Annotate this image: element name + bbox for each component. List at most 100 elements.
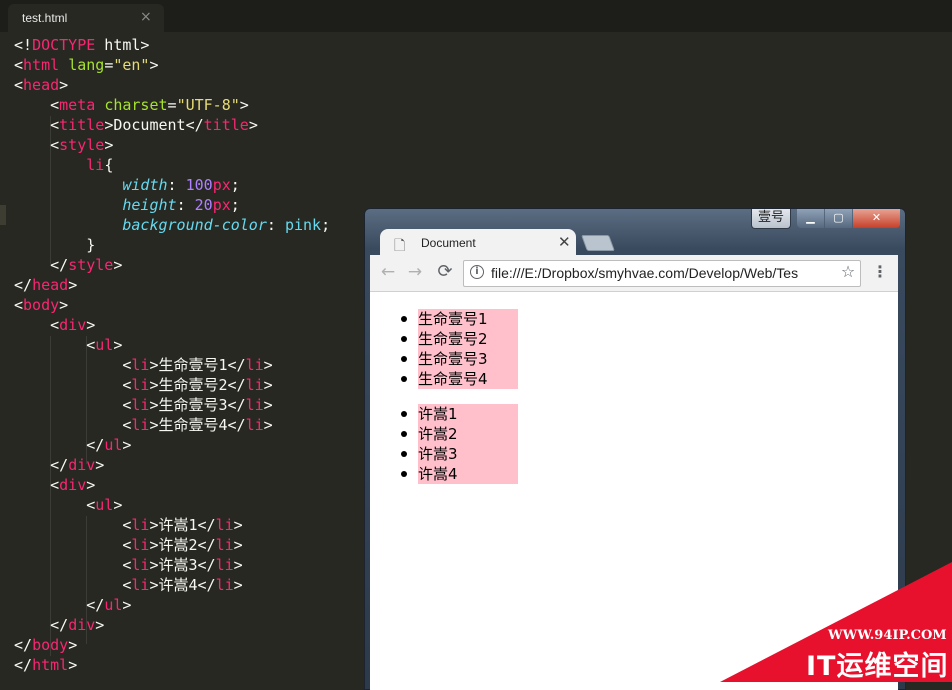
code-token: ;	[230, 176, 240, 194]
reload-icon[interactable]: ⟳	[434, 261, 456, 283]
code-token: </	[14, 256, 69, 274]
minimize-button[interactable]: ▁	[797, 209, 824, 228]
code-token: >	[239, 96, 249, 114]
code-token: {	[104, 156, 114, 174]
code-token: li	[131, 556, 150, 574]
code-token: >	[113, 496, 123, 514]
list-item: 生命壹号1	[401, 309, 518, 329]
menu-dots-icon[interactable]: ⋮	[872, 261, 888, 283]
code-token: ul	[104, 596, 123, 614]
close-icon[interactable]: ×	[140, 9, 152, 25]
code-token: =	[104, 56, 114, 74]
ime-indicator[interactable]: 壹号	[751, 209, 791, 229]
code-line: <li>生命壹号2</li>	[14, 375, 330, 395]
code-token: </	[14, 636, 33, 654]
code-token: >	[86, 316, 96, 334]
code-token: li	[215, 556, 234, 574]
code-token: li	[245, 416, 264, 434]
code-token: >Document</	[104, 116, 204, 134]
code-token: >	[113, 256, 123, 274]
code-token: <	[14, 296, 24, 314]
editor-tab-label: test.html	[22, 11, 68, 25]
list-item: 许嵩1	[401, 404, 518, 424]
code-line: <html lang="en">	[14, 55, 330, 75]
code-token: li	[215, 536, 234, 554]
code-token: >	[68, 276, 78, 294]
code-token: </	[14, 276, 33, 294]
browser-tab-document[interactable]: 🗋 Document ✕	[380, 229, 576, 256]
code-token: >生命壹号3</	[149, 396, 246, 414]
code-token: >	[122, 596, 132, 614]
code-line: </body>	[14, 635, 330, 655]
code-token: <	[14, 316, 60, 334]
code-line: <ul>	[14, 495, 330, 515]
code-token: li	[86, 156, 105, 174]
code-token: 20	[194, 196, 213, 214]
url-text[interactable]: file:///E:/Dropbox/smyhvae.com/Develop/W…	[491, 265, 798, 281]
code-token: li	[131, 516, 150, 534]
code-token: <	[14, 516, 132, 534]
list-item: 许嵩4	[401, 464, 518, 484]
code-line: </style>	[14, 255, 330, 275]
code-line: </div>	[14, 455, 330, 475]
info-icon[interactable]: i	[470, 265, 484, 279]
code-token: :	[176, 196, 195, 214]
code-token: div	[68, 456, 96, 474]
list-2: 许嵩1 许嵩2 许嵩3 许嵩4	[401, 404, 518, 484]
list-item: 生命壹号3	[401, 349, 518, 369]
code-token: html	[32, 656, 69, 674]
close-icon[interactable]: ✕	[558, 233, 571, 251]
code-token: li	[245, 396, 264, 414]
editor-tab-test-html[interactable]: test.html ×	[8, 4, 164, 32]
code-token: >	[86, 476, 96, 494]
code-token: <	[14, 536, 132, 554]
code-line: background-color: pink;	[14, 215, 330, 235]
close-window-button[interactable]: ✕	[853, 209, 900, 228]
maximize-button[interactable]: ▢	[825, 209, 852, 228]
browser-tab-title: Document	[421, 236, 476, 250]
gutter-line-marker	[0, 205, 6, 225]
code-token: >	[59, 296, 69, 314]
code-line: </head>	[14, 275, 330, 295]
code-token: >	[59, 76, 69, 94]
code-token: :	[266, 216, 285, 234]
code-line: </div>	[14, 615, 330, 635]
code-line: width: 100px;	[14, 175, 330, 195]
code-token: >	[263, 356, 273, 374]
code-token: li	[215, 576, 234, 594]
code-token: ul	[104, 436, 123, 454]
forward-arrow-icon[interactable]: →	[404, 261, 426, 283]
list-item: 生命壹号2	[401, 329, 518, 349]
code-line: height: 20px;	[14, 195, 330, 215]
code-token: meta	[59, 96, 96, 114]
code-token: li	[245, 376, 264, 394]
code-token: "en"	[113, 56, 150, 74]
code-token: ul	[95, 496, 114, 514]
new-tab-button[interactable]	[581, 235, 615, 251]
code-line: <ul>	[14, 335, 330, 355]
code-line: </ul>	[14, 435, 330, 455]
code-token: >生命壹号1</	[149, 356, 246, 374]
code-line: <title>Document</title>	[14, 115, 330, 135]
code-token: </	[14, 656, 33, 674]
code-token: <	[14, 76, 24, 94]
bookmark-star-icon[interactable]: ☆	[838, 262, 858, 281]
code-token: >	[122, 436, 132, 454]
code-token: >	[113, 336, 123, 354]
back-arrow-icon[interactable]: ←	[377, 261, 399, 283]
code-token: head	[32, 276, 69, 294]
code-token: <	[14, 56, 24, 74]
code-token: >	[149, 56, 159, 74]
code-token: >生命壹号2</	[149, 376, 246, 394]
code-token: li	[245, 356, 264, 374]
address-bar[interactable]: i file:///E:/Dropbox/smyhvae.com/Develop…	[463, 260, 861, 287]
code-line: }	[14, 235, 330, 255]
code-token: >	[263, 376, 273, 394]
editor-tab-bar: test.html ×	[0, 0, 952, 32]
code-token: li	[131, 536, 150, 554]
code-token: lang	[68, 56, 105, 74]
